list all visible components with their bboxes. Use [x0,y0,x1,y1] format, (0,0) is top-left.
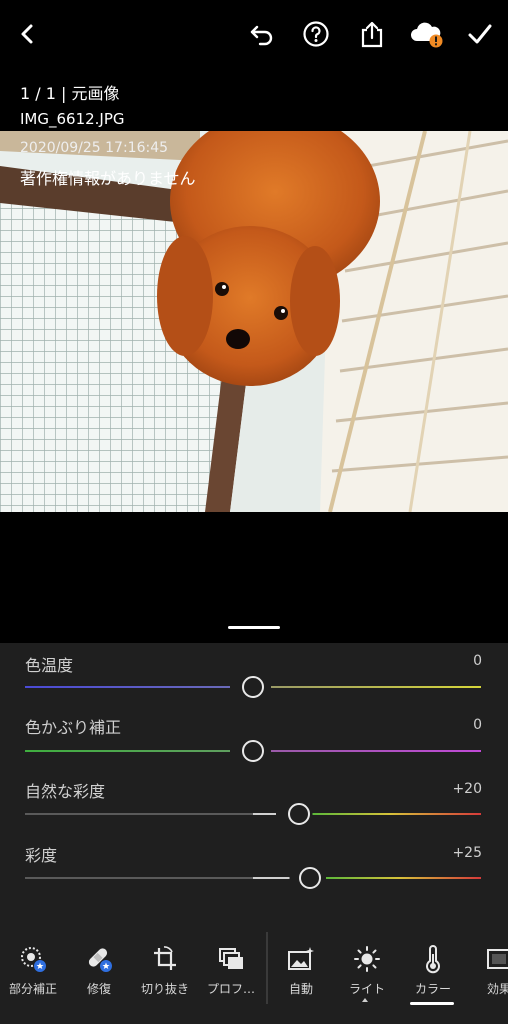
light-sun-icon [352,944,382,974]
active-tool-indicator [410,1002,454,1005]
toolbar-divider [266,932,268,1004]
tool-effects[interactable]: 効果 [466,930,508,1020]
saturation-label: 彩度 [25,846,58,865]
cloud-warning-icon[interactable] [408,18,446,50]
vibrance-label: 自然な彩度 [25,782,106,801]
tool-label: プロフ… [206,982,255,996]
color-thermometer-icon [418,944,448,974]
edit-toolbar: 部分補正 修復 切り抜き プロフ… 自動 ライト カラー 効果 [0,930,508,1024]
vibrance-value: +20 [452,781,482,797]
selective-adjust-icon [18,944,48,974]
panel-drag-handle[interactable] [228,626,280,629]
temperature-slider-thumb[interactable] [242,676,264,698]
photo-counter: 1 / 1 | 元画像 [20,84,120,103]
photo-timestamp: 2020/09/25 17:16:45 [20,140,169,156]
tool-label: 効果 [486,982,508,996]
tint-label: 色かぶり補正 [25,718,122,737]
crop-rotate-icon [150,944,180,974]
share-icon[interactable] [356,18,388,50]
healing-bandage-icon [84,944,114,974]
tool-label: 切り抜き [140,982,189,996]
tool-selective[interactable]: 部分補正 [0,930,66,1020]
saturation-slider-thumb[interactable] [299,867,321,889]
done-check-icon[interactable] [464,18,496,50]
auto-image-icon [286,944,316,974]
vibrance-slider-thumb[interactable] [287,803,310,825]
photo-filename: IMG_6612.JPG [20,110,125,128]
light-expand-caret [362,998,368,1002]
tool-auto[interactable]: 自動 [268,930,334,1020]
back-icon[interactable] [12,18,44,50]
temperature-label: 色温度 [25,656,74,675]
saturation-value: +25 [452,845,482,861]
profiles-icon [216,944,246,974]
effects-icon [484,944,508,974]
tool-light[interactable]: ライト [334,930,400,1020]
tool-profiles[interactable]: プロフ… [198,930,264,1020]
tint-value: 0 [473,717,482,733]
tool-healing[interactable]: 修復 [66,930,132,1020]
saturation-slider-track[interactable] [25,877,481,879]
tool-label: 部分補正 [8,982,57,996]
tool-color[interactable]: カラー [400,930,466,1020]
undo-icon[interactable] [246,18,278,50]
temperature-value: 0 [473,653,482,669]
tint-slider-thumb[interactable] [242,740,264,762]
top-toolbar [0,0,508,70]
vibrance-slider-track[interactable] [25,813,481,815]
tool-label: 修復 [86,982,111,996]
tool-crop[interactable]: 切り抜き [132,930,198,1020]
tool-label: ライト [348,982,385,996]
help-icon[interactable] [300,18,332,50]
tool-label: 自動 [288,982,313,996]
copyright-notice: 著作権情報がありません [20,169,196,188]
tool-label: カラー [414,982,451,996]
